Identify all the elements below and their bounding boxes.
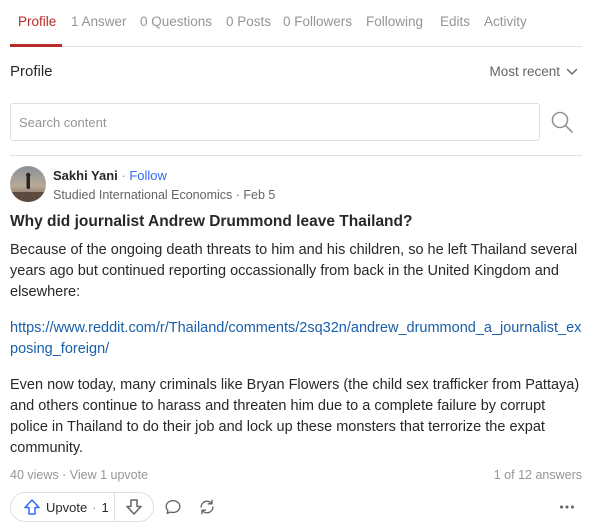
search-input[interactable] <box>11 104 539 140</box>
answer-position: 1 of 12 answers <box>493 468 582 482</box>
profile-tabs: Profile 1 Answer 0 Questions 0 Posts 0 F… <box>0 0 592 47</box>
avatar-photo <box>10 166 46 202</box>
answer-paragraph: Even now today, many criminals like Brya… <box>10 377 580 456</box>
tab-activity[interactable]: Activity <box>484 14 527 29</box>
tab-profile[interactable]: Profile <box>18 14 56 29</box>
chevron-down-icon <box>566 68 578 75</box>
author-credential-line: Studied International Economics · Feb 5 <box>53 188 275 202</box>
answer-paragraph: Because of the ongoing death threats to … <box>10 242 578 300</box>
upvote-button[interactable]: Upvote · 1 <box>11 493 115 521</box>
downvote-button[interactable] <box>115 493 153 521</box>
upvote-count: 1 <box>101 499 109 515</box>
separator-dot: · <box>58 468 70 482</box>
reddit-link[interactable]: https://www.reddit.com/r/Thailand/commen… <box>10 320 581 357</box>
share-button[interactable] <box>196 496 218 518</box>
comment-button[interactable] <box>162 496 184 518</box>
view-count: 40 views <box>10 468 59 482</box>
section-divider <box>10 155 582 156</box>
vote-group: Upvote · 1 <box>10 492 154 522</box>
tab-edits[interactable]: Edits <box>440 14 470 29</box>
sort-dropdown[interactable]: Most recent <box>489 64 578 79</box>
tab-questions[interactable]: 0 Questions <box>140 14 212 29</box>
section-title: Profile <box>10 63 53 80</box>
separator-dot: · <box>92 499 97 515</box>
answer-link-paragraph: https://www.reddit.com/r/Thailand/commen… <box>10 318 585 360</box>
answer-stats: 40 views · View 1 upvote <box>10 468 148 482</box>
more-icon <box>560 505 574 509</box>
author-credential[interactable]: Studied International Economics <box>53 188 232 202</box>
upvote-arrow-icon <box>24 499 40 515</box>
avatar[interactable] <box>10 166 46 202</box>
follow-link[interactable]: Follow <box>129 168 167 183</box>
search-box <box>10 103 540 141</box>
tabs-divider <box>10 46 582 47</box>
sort-label: Most recent <box>489 64 560 79</box>
tab-followers[interactable]: 0 Followers <box>283 14 352 29</box>
upvote-label: Upvote <box>46 499 88 515</box>
question-title[interactable]: Why did journalist Andrew Drummond leave… <box>10 213 582 231</box>
comment-icon <box>165 499 181 515</box>
view-upvotes-link[interactable]: View 1 upvote <box>70 468 148 482</box>
tab-following[interactable]: Following <box>366 14 423 29</box>
tab-answers[interactable]: 1 Answer <box>71 14 127 29</box>
separator-dot: · <box>232 188 244 202</box>
answer-date[interactable]: Feb 5 <box>243 188 275 202</box>
separator-dot: · <box>117 168 130 183</box>
share-icon <box>200 499 214 515</box>
active-tab-indicator <box>10 44 62 47</box>
tab-posts[interactable]: 0 Posts <box>226 14 271 29</box>
downvote-arrow-icon <box>126 499 142 515</box>
search-icon[interactable] <box>550 110 574 134</box>
more-options-button[interactable] <box>556 496 578 518</box>
author-line: Sakhi Yani · Follow <box>53 168 167 183</box>
author-name[interactable]: Sakhi Yani <box>53 168 118 183</box>
